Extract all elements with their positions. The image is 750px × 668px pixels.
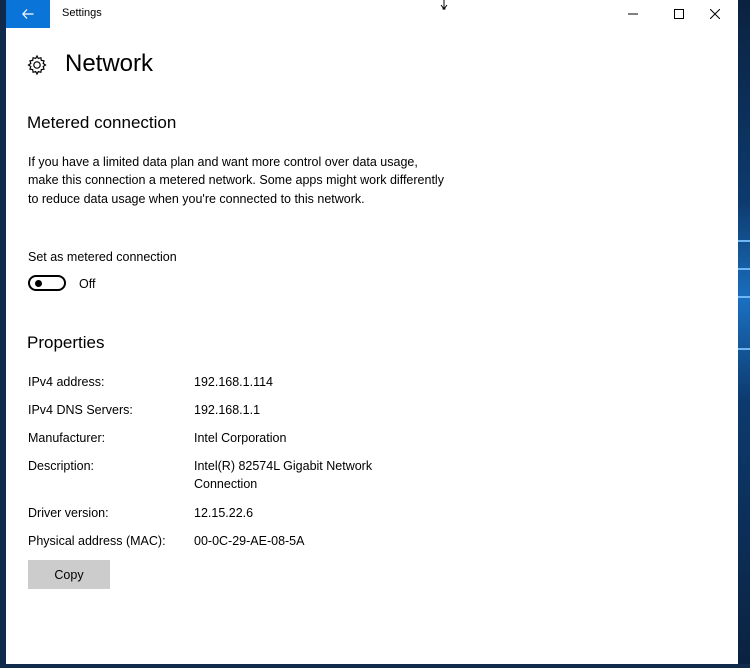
minimize-icon: [628, 13, 638, 15]
page-header: [26, 50, 48, 80]
title-bar: Settings: [6, 0, 738, 28]
metered-toggle-label: Set as metered connection: [28, 250, 177, 264]
property-value: Intel Corporation: [194, 431, 287, 445]
property-label: Physical address (MAC):: [28, 534, 166, 548]
back-button[interactable]: [6, 0, 50, 28]
metered-description: If you have a limited data plan and want…: [28, 155, 444, 206]
back-arrow-icon: [22, 9, 34, 19]
property-label: IPv4 address:: [28, 375, 105, 389]
close-button[interactable]: [692, 0, 738, 28]
close-icon: [710, 9, 720, 19]
mouse-cursor-icon: [440, 0, 448, 10]
desktop-background: [738, 0, 750, 668]
property-value: 12.15.22.6: [194, 506, 254, 520]
taskbar-edge: [0, 664, 750, 668]
property-label: Driver version:: [28, 506, 109, 520]
property-value: Intel(R) 82574L Gigabit Network Connecti…: [194, 459, 373, 492]
app-title: Settings: [62, 7, 102, 19]
toggle-knob: [35, 280, 42, 287]
property-value: 192.168.1.114: [194, 375, 274, 389]
properties-heading: Properties: [27, 333, 105, 352]
page-title: Network: [65, 50, 154, 77]
property-label: IPv4 DNS Servers:: [28, 403, 133, 417]
metered-toggle-switch[interactable]: [28, 275, 66, 291]
metered-connection-heading: Metered connection: [27, 113, 177, 132]
property-label: Description:: [28, 459, 94, 473]
property-value: 192.168.1.1: [194, 403, 261, 417]
gear-icon: [27, 54, 47, 76]
maximize-icon: [674, 9, 684, 19]
metered-toggle-state: Off: [79, 277, 96, 291]
minimize-button[interactable]: [610, 0, 656, 28]
property-label: Manufacturer:: [28, 431, 106, 445]
property-value: 00-0C-29-AE-08-5A: [194, 534, 305, 548]
settings-window: Settings Network Metered connection If y…: [6, 0, 738, 664]
copy-button[interactable]: Copy: [28, 560, 110, 589]
